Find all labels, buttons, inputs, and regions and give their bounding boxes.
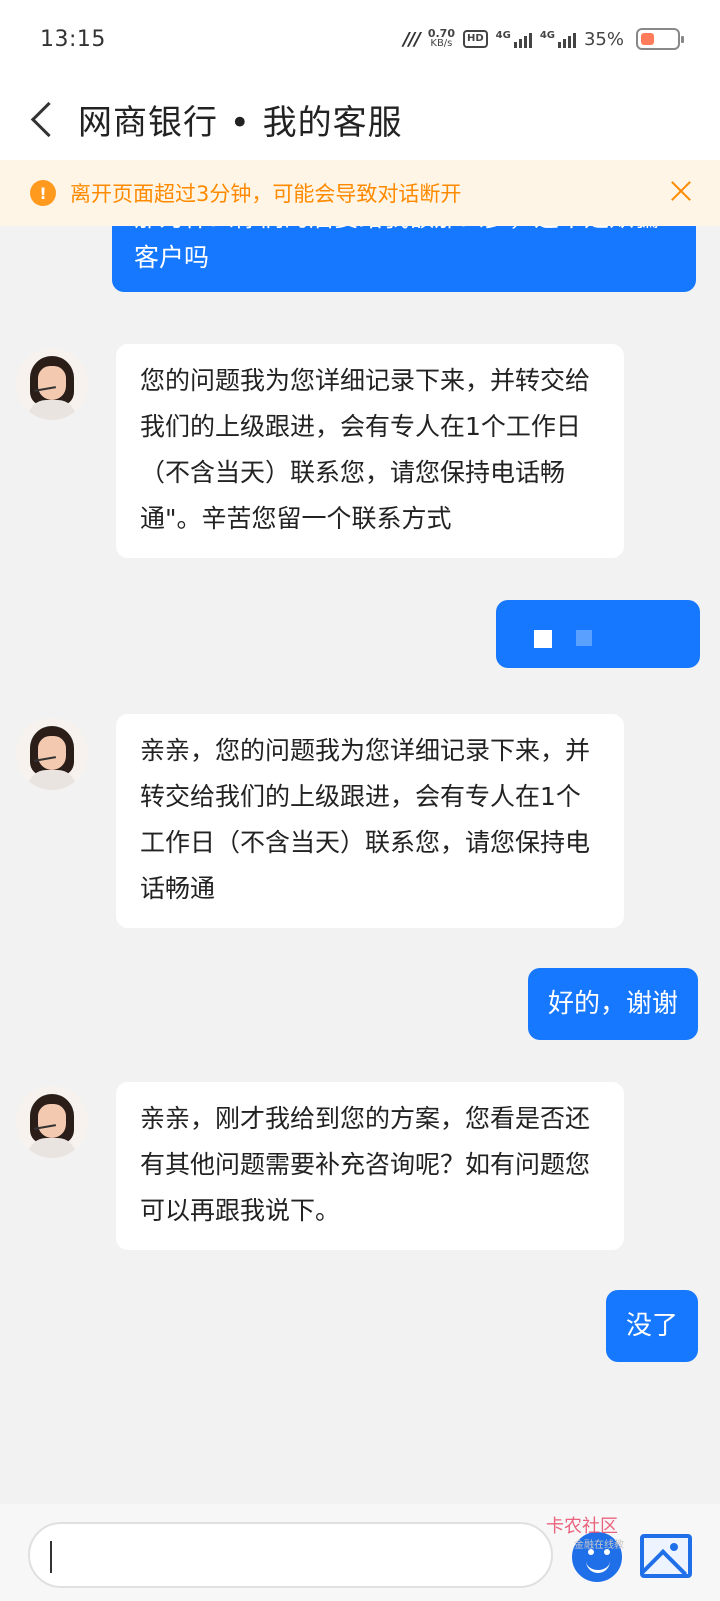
back-arrow-icon[interactable] (24, 99, 64, 139)
signal-icon-1: 4G (496, 30, 532, 48)
user-message: 那为什么你们的后要给我额那么多，这不是欺骗客户吗 (112, 226, 696, 292)
message-text: 亲亲，刚才我给到您的方案，您看是否还有其他问题需要补充咨询呢？如有问题您可以再跟… (140, 1104, 591, 1225)
signal-label-1: 4G (495, 30, 511, 41)
agent-avatar (16, 348, 88, 420)
watermark: 卡农社区 (546, 1516, 618, 1537)
agent-message: 您的问题我为您详细记录下来，并转交给我们的上级跟进，会有专人在1个工作日（不含当… (116, 344, 624, 558)
battery-percent: 35% (583, 28, 624, 50)
user-message: 没了 (605, 1290, 698, 1362)
signal-icon-2: 4G (540, 30, 576, 48)
chat-area[interactable]: 那为什么你们的后要给我额那么多，这不是欺骗客户吗 您的问题我为您详细记录下来，并… (0, 226, 720, 1504)
agent-message: 亲亲，刚才我给到您的方案，您看是否还有其他问题需要补充咨询呢？如有问题您可以再跟… (116, 1082, 624, 1250)
user-message: 好的，谢谢 (527, 968, 698, 1040)
carrier-icon: /// (403, 28, 421, 50)
text-cursor (50, 1541, 52, 1573)
message-input[interactable] (28, 1522, 553, 1588)
status-icons: /// 0.70 KB/s HD 4G 4G 35% (403, 28, 684, 50)
redaction-mark (534, 630, 552, 648)
message-text: 好的，谢谢 (547, 989, 678, 1019)
message-text: 没了 (625, 1311, 678, 1341)
signal-label-2: 4G (539, 30, 555, 41)
message-text: 亲亲，您的问题我为您详细记录下来，并转交给我们的上级跟进，会有专人在1个工作日（… (140, 736, 591, 903)
timeout-warning-banner: ! 离开页面超过3分钟，可能会导致对话断开 (0, 160, 720, 226)
redaction-mark (576, 630, 592, 646)
warning-icon: ! (30, 180, 56, 206)
message-text: 那为什么你们的后要给我额那么多，这不是欺骗客户吗 (134, 226, 659, 272)
network-speed: 0.70 KB/s (428, 28, 455, 49)
agent-avatar (16, 1086, 88, 1158)
battery-icon (636, 28, 684, 50)
page-title: 网商银行 • 我的客服 (78, 102, 403, 143)
watermark-sub: 金融在线教 (574, 1540, 624, 1551)
user-message-redacted (496, 600, 700, 668)
close-icon[interactable] (666, 176, 696, 206)
battery-fill (641, 33, 654, 45)
banner-text: 离开页面超过3分钟，可能会导致对话断开 (70, 182, 462, 206)
agent-avatar (16, 718, 88, 790)
status-time: 13:15 (40, 26, 106, 52)
status-bar: 13:15 /// 0.70 KB/s HD 4G 4G 35% (0, 0, 720, 78)
agent-message: 亲亲，您的问题我为您详细记录下来，并转交给我们的上级跟进，会有专人在1个工作日（… (116, 714, 624, 928)
hd-icon: HD (462, 30, 488, 48)
input-bar: 卡农社区 金融在线教 (0, 1504, 720, 1601)
network-speed-unit: KB/s (430, 38, 453, 49)
nav-header: 网商银行 • 我的客服 (0, 78, 720, 160)
message-text: 您的问题我为您详细记录下来，并转交给我们的上级跟进，会有专人在1个工作日（不含当… (140, 366, 591, 533)
image-icon[interactable] (640, 1534, 692, 1578)
